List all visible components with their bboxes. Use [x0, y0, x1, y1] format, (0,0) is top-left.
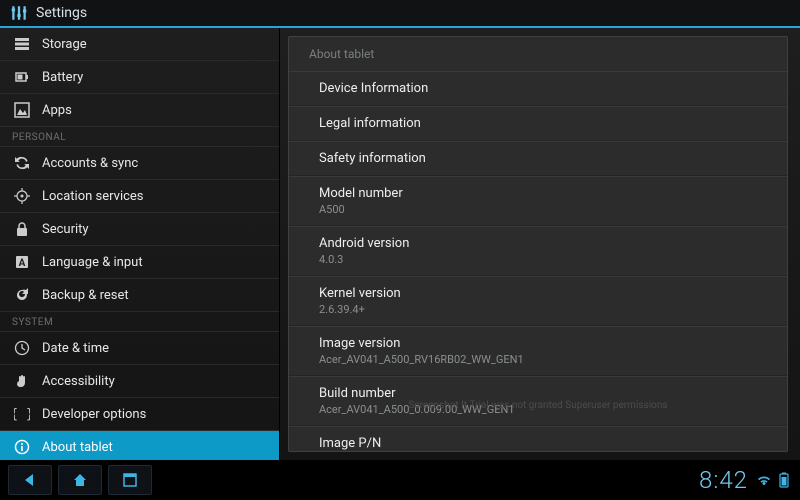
- sidebar-section-header: PERSONAL: [0, 127, 279, 147]
- detail-item-title: Model number: [319, 186, 757, 201]
- sidebar-item-backup-reset[interactable]: Backup & reset: [0, 279, 279, 312]
- recent-apps-button[interactable]: [108, 465, 152, 495]
- sidebar-item-label: Language & input: [42, 255, 143, 270]
- detail-item-image-p-n[interactable]: Image P/NUnknown: [289, 426, 787, 452]
- detail-item-title: Legal information: [319, 116, 757, 131]
- settings-sidebar[interactable]: Storage Battery Apps PERSONAL Accounts & syn…: [0, 28, 280, 460]
- sidebar-item-storage[interactable]: Storage: [0, 28, 279, 61]
- sidebar-item-label: Apps: [42, 103, 72, 118]
- refresh-icon: [14, 287, 30, 303]
- app-header: Settings: [0, 0, 800, 28]
- about-tablet-panel[interactable]: About tablet Device Information Legal inf…: [288, 36, 788, 452]
- location-icon: [14, 188, 30, 204]
- status-tray[interactable]: [756, 472, 792, 488]
- sidebar-section-header: SYSTEM: [0, 312, 279, 332]
- language-icon: [14, 254, 30, 270]
- info-icon: [14, 439, 30, 455]
- clock[interactable]: 8:42: [699, 466, 748, 494]
- detail-item-device-information[interactable]: Device Information: [289, 71, 787, 106]
- apps-icon: [14, 102, 30, 118]
- detail-item-model-number[interactable]: Model number A500: [289, 176, 787, 226]
- hand-icon: [14, 373, 30, 389]
- sidebar-item-label: About tablet: [42, 440, 113, 455]
- sidebar-item-apps[interactable]: Apps: [0, 94, 279, 127]
- panel-heading: About tablet: [289, 37, 787, 71]
- sidebar-item-label: Accounts & sync: [42, 156, 138, 171]
- detail-item-title: Kernel version: [319, 286, 757, 301]
- sidebar-item-accounts-sync[interactable]: Accounts & sync: [0, 147, 279, 180]
- detail-item-build-number[interactable]: Build number Acer_AV041_A500_0.009.00_WW_…: [289, 376, 787, 426]
- detail-item-subtitle: 4.0.3: [319, 253, 757, 266]
- detail-item-image-version[interactable]: Image version Acer_AV041_A500_RV16RB02_WW…: [289, 326, 787, 376]
- settings-icon: [10, 4, 28, 22]
- detail-item-subtitle: A500: [319, 203, 757, 216]
- detail-item-kernel-version[interactable]: Kernel version 2.6.39.4+: [289, 276, 787, 326]
- sidebar-item-label: Location services: [42, 189, 144, 204]
- lock-icon: [14, 221, 30, 237]
- sidebar-item-accessibility[interactable]: Accessibility: [0, 365, 279, 398]
- system-navbar: 8:42: [0, 460, 800, 500]
- sidebar-item-label: Developer options: [42, 407, 146, 422]
- clock-icon: [14, 340, 30, 356]
- detail-item-safety-information[interactable]: Safety information: [289, 141, 787, 176]
- battery-status-icon: [776, 472, 792, 488]
- detail-item-title: Android version: [319, 236, 757, 251]
- detail-item-android-version[interactable]: Android version 4.0.3: [289, 226, 787, 276]
- detail-item-subtitle: 2.6.39.4+: [319, 303, 757, 316]
- sidebar-item-date-time[interactable]: Date & time: [0, 332, 279, 365]
- wifi-icon: [756, 472, 772, 488]
- detail-item-title: Device Information: [319, 81, 757, 96]
- sidebar-item-label: Date & time: [42, 341, 109, 356]
- sync-icon: [14, 155, 30, 171]
- sidebar-item-label: Battery: [42, 70, 83, 85]
- sidebar-item-location-services[interactable]: Location services: [0, 180, 279, 213]
- storage-icon: [14, 36, 30, 52]
- detail-item-title: Image P/N: [319, 436, 757, 451]
- detail-item-legal-information[interactable]: Legal information: [289, 106, 787, 141]
- detail-item-subtitle: Acer_AV041_A500_RV16RB02_WW_GEN1: [319, 353, 757, 366]
- sidebar-item-label: Storage: [42, 37, 87, 52]
- detail-item-title: Image version: [319, 336, 757, 351]
- sidebar-item-about-tablet[interactable]: About tablet: [0, 431, 279, 460]
- detail-item-subtitle: Acer_AV041_A500_0.009.00_WW_GEN1: [319, 403, 757, 416]
- app-title: Settings: [36, 5, 87, 21]
- detail-item-title: Build number: [319, 386, 757, 401]
- sidebar-item-label: Security: [42, 222, 89, 237]
- sidebar-item-battery[interactable]: Battery: [0, 61, 279, 94]
- battery-icon: [14, 69, 30, 85]
- sidebar-item-label: Accessibility: [42, 374, 115, 389]
- back-button[interactable]: [8, 465, 52, 495]
- home-button[interactable]: [58, 465, 102, 495]
- sidebar-item-label: Backup & reset: [42, 288, 129, 303]
- sidebar-item-security[interactable]: Security: [0, 213, 279, 246]
- sidebar-item-language-input[interactable]: Language & input: [0, 246, 279, 279]
- braces-icon: [14, 406, 30, 422]
- sidebar-item-developer-options[interactable]: Developer options: [0, 398, 279, 431]
- detail-item-title: Safety information: [319, 151, 757, 166]
